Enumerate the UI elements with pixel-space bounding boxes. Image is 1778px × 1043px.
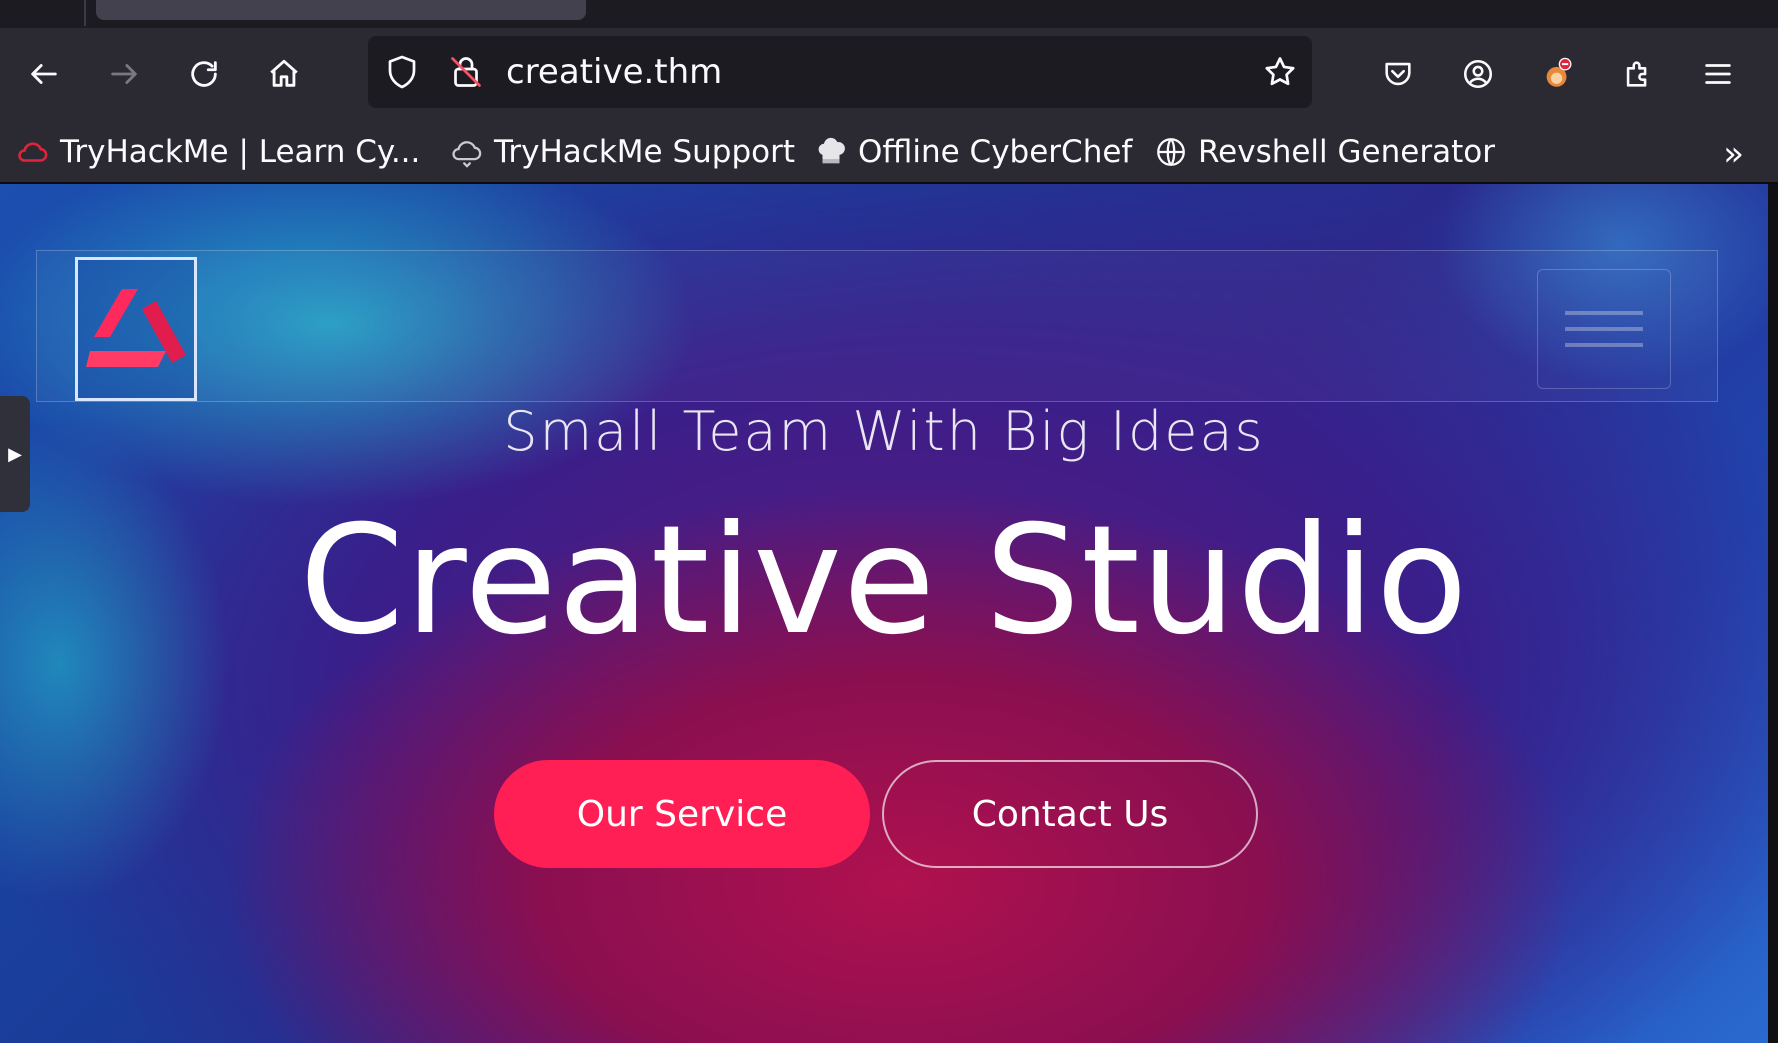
- navigation-toolbar: creative.thm: [0, 28, 1778, 120]
- extension-blocked-button[interactable]: [1538, 54, 1578, 94]
- site-header: [36, 250, 1718, 402]
- triangle-logo-icon: [86, 289, 186, 367]
- bookmarks-overflow-chevron-icon[interactable]: »: [1723, 134, 1744, 174]
- menu-bar-line: [1565, 327, 1643, 331]
- chef-hat-icon: [818, 137, 845, 164]
- home-button[interactable]: [264, 54, 304, 94]
- forward-button[interactable]: [104, 54, 144, 94]
- app-menu-button[interactable]: [1698, 54, 1738, 94]
- contact-us-button[interactable]: Contact Us: [882, 760, 1258, 868]
- puzzle-icon: [1626, 61, 1647, 87]
- url-text[interactable]: creative.thm: [506, 36, 722, 108]
- hero-title: Creative Studio: [299, 494, 1469, 668]
- site-menu-toggle[interactable]: [1537, 269, 1671, 389]
- forward-arrow-icon: [111, 64, 137, 84]
- bookmark-label: Revshell Generator: [1198, 134, 1495, 170]
- web-page-hero: Small Team With Big Ideas Creative Studi…: [0, 184, 1768, 1043]
- account-button[interactable]: [1458, 54, 1498, 94]
- bookmark-tryhackme-support[interactable]: TryHackMe Support: [450, 130, 795, 174]
- bookmark-offline-cyberchef[interactable]: Offline CyberChef: [814, 130, 1132, 174]
- tab-strip: [0, 0, 1778, 28]
- pocket-button[interactable]: [1378, 54, 1418, 94]
- menu-bar-line: [1565, 343, 1643, 347]
- hamburger-menu-icon: [1705, 64, 1731, 84]
- reload-icon: [191, 61, 217, 87]
- extensions-button[interactable]: [1618, 54, 1658, 94]
- insecure-lock-icon[interactable]: [448, 54, 484, 90]
- account-icon: [1463, 59, 1493, 89]
- site-logo[interactable]: [75, 257, 197, 401]
- bookmark-revshell-generator[interactable]: Revshell Generator: [1154, 130, 1495, 174]
- bookmarks-toolbar: TryHackMe | Learn Cy... TryHackMe Suppor…: [0, 120, 1778, 184]
- cloud-support-icon: [452, 141, 482, 168]
- sidebar-handle[interactable]: ▶: [0, 396, 30, 512]
- bookmark-label: TryHackMe Support: [494, 134, 795, 170]
- menu-bar-line: [1565, 311, 1643, 315]
- back-arrow-icon: [31, 64, 57, 84]
- pocket-icon: [1385, 62, 1411, 86]
- back-button[interactable]: [24, 54, 64, 94]
- our-service-button[interactable]: Our Service: [494, 760, 870, 868]
- bookmark-label: TryHackMe | Learn Cy...: [60, 134, 421, 170]
- globe-icon: [1157, 138, 1185, 166]
- tryhackme-cloud-icon: [18, 142, 48, 162]
- tab-separator: [84, 0, 86, 26]
- tracking-protection-shield-icon[interactable]: [384, 54, 420, 90]
- hero-tagline: Small Team With Big Ideas: [503, 400, 1265, 463]
- page-scrollbar[interactable]: [1768, 184, 1778, 1043]
- url-bar[interactable]: creative.thm: [368, 36, 1312, 108]
- home-icon: [270, 59, 298, 87]
- play-triangle-icon: ▶: [8, 443, 22, 465]
- bookmark-label: Offline CyberChef: [858, 134, 1133, 170]
- bookmark-star-icon[interactable]: [1262, 54, 1298, 90]
- bookmark-tryhackme[interactable]: TryHackMe | Learn Cy...: [16, 130, 420, 174]
- extension-fox-icon: [1546, 57, 1572, 87]
- active-tab[interactable]: [96, 0, 586, 20]
- reload-button[interactable]: [184, 54, 224, 94]
